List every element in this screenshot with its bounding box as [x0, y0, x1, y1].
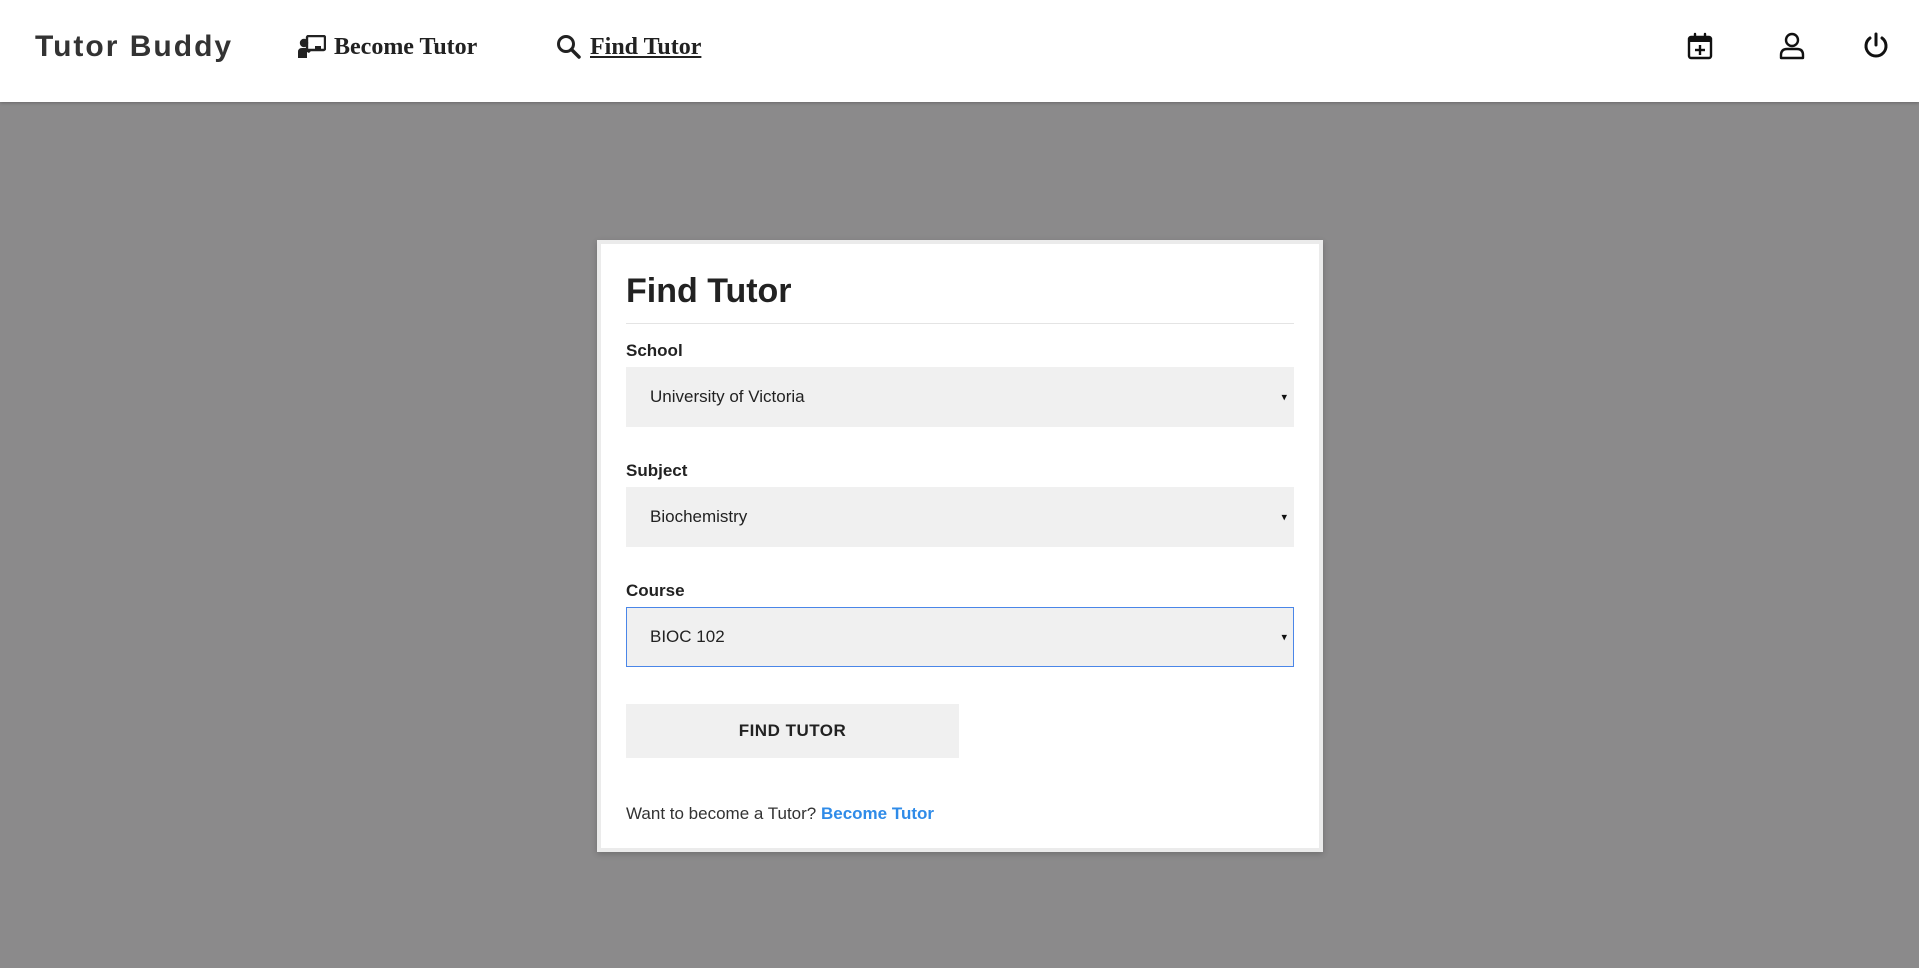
page-title: Find Tutor — [626, 272, 792, 310]
find-tutor-card: Find Tutor School University of Victoria… — [597, 240, 1323, 852]
school-select-value: University of Victoria — [650, 387, 805, 406]
chevron-down-icon: ▾ — [1281, 511, 1287, 524]
chalkboard-teacher-icon — [298, 35, 326, 58]
top-navbar: Tutor Buddy Become Tutor Find Tutor — [0, 0, 1919, 102]
become-tutor-link[interactable]: Become Tutor — [821, 804, 934, 823]
nav-become-tutor-label: Become Tutor — [334, 33, 478, 60]
title-divider — [626, 323, 1294, 324]
nav-become-tutor[interactable]: Become Tutor — [298, 30, 477, 64]
calendar-plus-icon[interactable] — [1682, 28, 1718, 64]
find-tutor-button[interactable]: FIND TUTOR — [626, 704, 959, 758]
subject-select-value: Biochemistry — [650, 507, 748, 526]
subject-select[interactable]: Biochemistry ▾ — [626, 487, 1294, 547]
subject-label: Subject — [626, 461, 688, 480]
school-label: School — [626, 341, 683, 360]
become-tutor-prompt: Want to become a Tutor? Become Tutor — [626, 804, 934, 824]
course-label: Course — [626, 581, 685, 600]
brand-logo[interactable]: Tutor Buddy — [35, 30, 233, 64]
chevron-down-icon: ▾ — [1281, 391, 1287, 404]
user-icon[interactable] — [1774, 28, 1810, 64]
nav-find-tutor-label: Find Tutor — [590, 33, 702, 60]
nav-find-tutor[interactable]: Find Tutor — [556, 30, 701, 64]
course-select-value: BIOC 102 — [650, 627, 725, 646]
search-icon — [557, 35, 581, 59]
course-select[interactable]: BIOC 102 ▾ — [626, 607, 1294, 667]
school-select[interactable]: University of Victoria ▾ — [626, 367, 1294, 427]
become-tutor-prompt-text: Want to become a Tutor? — [626, 804, 821, 823]
power-icon[interactable] — [1858, 28, 1894, 64]
chevron-down-icon: ▾ — [1281, 631, 1287, 644]
